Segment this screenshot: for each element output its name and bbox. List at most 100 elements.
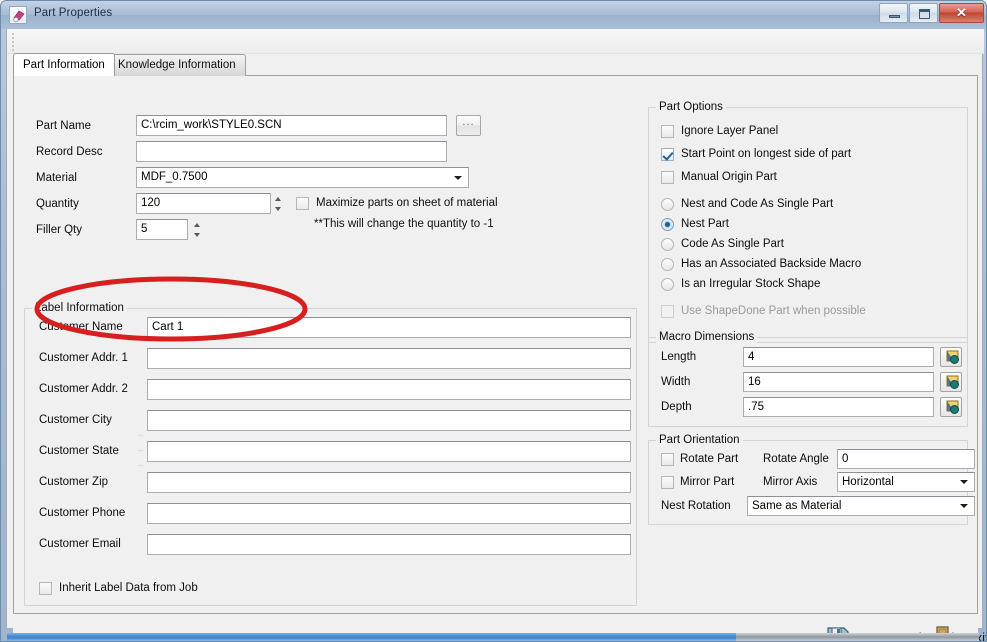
rotate-part-checkbox[interactable] xyxy=(661,453,674,466)
customer-state-stepper-artifact xyxy=(138,435,145,468)
maximize-parts-label: Maximize parts on sheet of material xyxy=(316,197,498,209)
tab-knowledge-information[interactable]: Knowledge Information xyxy=(108,54,246,76)
customer-phone-input[interactable] xyxy=(147,503,631,524)
customer-state-input[interactable] xyxy=(147,441,631,462)
label-filler-qty: Filler Qty xyxy=(36,224,82,236)
status-bar-tail xyxy=(736,633,979,641)
label-depth: Depth xyxy=(661,401,692,413)
material-select[interactable]: MDF_0.7500 xyxy=(136,167,469,188)
part-properties-icon[interactable] xyxy=(9,6,27,24)
radio-has-associated-backside-macro[interactable] xyxy=(661,258,674,271)
customer-addr-1-input[interactable] xyxy=(147,348,631,369)
toolbar-grip-handle[interactable] xyxy=(12,33,16,51)
label-customer-state: Customer State xyxy=(39,445,119,457)
radio-has-associated-backside-macro-label: Has an Associated Backside Macro xyxy=(681,258,862,270)
nest-rotation-label: Nest Rotation xyxy=(661,500,731,512)
label-customer-phone: Customer Phone xyxy=(39,507,126,519)
customer-city-input[interactable] xyxy=(147,410,631,431)
part-options-caption: Part Options xyxy=(656,101,726,113)
length-input[interactable]: 4 xyxy=(743,347,934,367)
use-shapedone-part-checkbox xyxy=(661,305,674,318)
customer-name-input[interactable]: Cart 1 xyxy=(147,317,631,338)
mirror-axis-select[interactable]: Horizontal xyxy=(837,472,975,492)
quantity-input[interactable]: 120 xyxy=(136,193,271,214)
rotate-part-label: Rotate Part xyxy=(680,453,739,465)
close-icon: ✕ xyxy=(956,5,967,20)
tab-page-part-information: Part Name C:\rcim_work\STYLE0.SCN ... Re… xyxy=(13,75,978,614)
label-width: Width xyxy=(661,376,691,388)
tab-part-information-label: Part Information xyxy=(23,59,105,71)
mirror-axis-value: Horizontal xyxy=(842,476,894,488)
pick-dimension-icon xyxy=(946,350,959,364)
label-part-name: Part Name xyxy=(36,120,91,132)
maximize-parts-note: **This will change the quantity to -1 xyxy=(314,218,494,230)
customer-addr-2-input[interactable] xyxy=(147,379,631,400)
app-glyph xyxy=(13,10,25,23)
inherit-label-data-checkbox[interactable] xyxy=(39,582,52,595)
tab-knowledge-information-label: Knowledge Information xyxy=(118,59,236,71)
width-pick-dimension-button[interactable] xyxy=(940,372,962,392)
customer-zip-input[interactable] xyxy=(147,472,631,493)
label-record-desc: Record Desc xyxy=(36,146,103,158)
record-desc-input[interactable] xyxy=(136,141,447,162)
filler-qty-stepper-up[interactable] xyxy=(191,219,204,229)
customer-email-input[interactable] xyxy=(147,534,631,555)
start-point-longest-side-checkbox[interactable] xyxy=(661,148,674,161)
label-customer-city: Customer City xyxy=(39,414,112,426)
manual-origin-part-checkbox[interactable] xyxy=(661,171,674,184)
maximize-button[interactable] xyxy=(909,3,938,23)
filler-qty-input[interactable]: 5 xyxy=(136,219,188,240)
minimize-icon xyxy=(889,15,900,18)
close-button[interactable]: ✕ xyxy=(939,3,984,23)
label-information-group: Label Information Customer Name Cart 1 C… xyxy=(24,302,637,606)
quantity-stepper-up[interactable] xyxy=(272,193,285,203)
width-input[interactable]: 16 xyxy=(743,372,934,392)
part-properties-window: Part Properties ✕ Part Information Knowl… xyxy=(0,0,987,642)
radio-nest-and-code-single-part-label: Nest and Code As Single Part xyxy=(681,198,834,210)
chevron-down-icon xyxy=(960,504,968,508)
filler-qty-stepper[interactable] xyxy=(191,219,204,240)
label-length: Length xyxy=(661,351,697,363)
label-customer-addr-1: Customer Addr. 1 xyxy=(39,352,128,364)
radio-code-as-single-part-label: Code As Single Part xyxy=(681,238,784,250)
window-title: Part Properties xyxy=(34,7,113,19)
maximize-parts-checkbox[interactable] xyxy=(296,197,309,210)
browse-part-name-button[interactable]: ... xyxy=(456,115,481,136)
use-shapedone-part-label: Use ShapeDone Part when possible xyxy=(681,305,866,317)
status-resize-bar xyxy=(7,633,979,641)
rotate-angle-input[interactable]: 0 xyxy=(837,449,975,469)
minimize-button[interactable] xyxy=(879,3,908,23)
title-bar[interactable]: Part Properties ✕ xyxy=(1,1,986,29)
depth-pick-dimension-button[interactable] xyxy=(940,397,962,417)
radio-nest-and-code-single-part[interactable] xyxy=(661,198,674,211)
label-material: Material xyxy=(36,172,77,184)
client-area: Part Information Knowledge Information P… xyxy=(6,29,986,641)
radio-nest-part[interactable] xyxy=(661,218,674,231)
part-orientation-caption: Part Orientation xyxy=(656,434,743,446)
depth-input[interactable]: .75 xyxy=(743,397,934,417)
nest-rotation-select[interactable]: Same as Material xyxy=(747,496,975,516)
radio-code-as-single-part[interactable] xyxy=(661,238,674,251)
window-controls: ✕ xyxy=(879,3,984,23)
length-pick-dimension-button[interactable] xyxy=(940,347,962,367)
radio-is-irregular-stock-shape[interactable] xyxy=(661,278,674,291)
label-information-caption: Label Information xyxy=(32,302,127,314)
part-name-input[interactable]: C:\rcim_work\STYLE0.SCN xyxy=(136,115,447,136)
mirror-axis-label: Mirror Axis xyxy=(763,476,818,488)
start-point-longest-side-label: Start Point on longest side of part xyxy=(681,148,852,160)
quantity-stepper-down[interactable] xyxy=(272,204,285,214)
pick-dimension-icon xyxy=(946,400,959,414)
quantity-stepper[interactable] xyxy=(272,193,285,214)
mirror-part-checkbox[interactable] xyxy=(661,476,674,489)
ignore-layer-panel-checkbox[interactable] xyxy=(661,125,674,138)
label-customer-email: Customer Email xyxy=(39,538,121,550)
macro-dimensions-caption: Macro Dimensions xyxy=(656,331,758,343)
tab-part-information[interactable]: Part Information xyxy=(13,53,115,76)
filler-qty-stepper-down[interactable] xyxy=(191,230,204,240)
chevron-down-icon xyxy=(960,480,968,484)
toolbar-strip xyxy=(7,29,984,54)
label-customer-addr-2: Customer Addr. 2 xyxy=(39,383,128,395)
browse-button-label: ... xyxy=(462,116,475,128)
ignore-layer-panel-label: Ignore Layer Panel xyxy=(681,125,779,137)
material-select-value: MDF_0.7500 xyxy=(141,171,208,183)
